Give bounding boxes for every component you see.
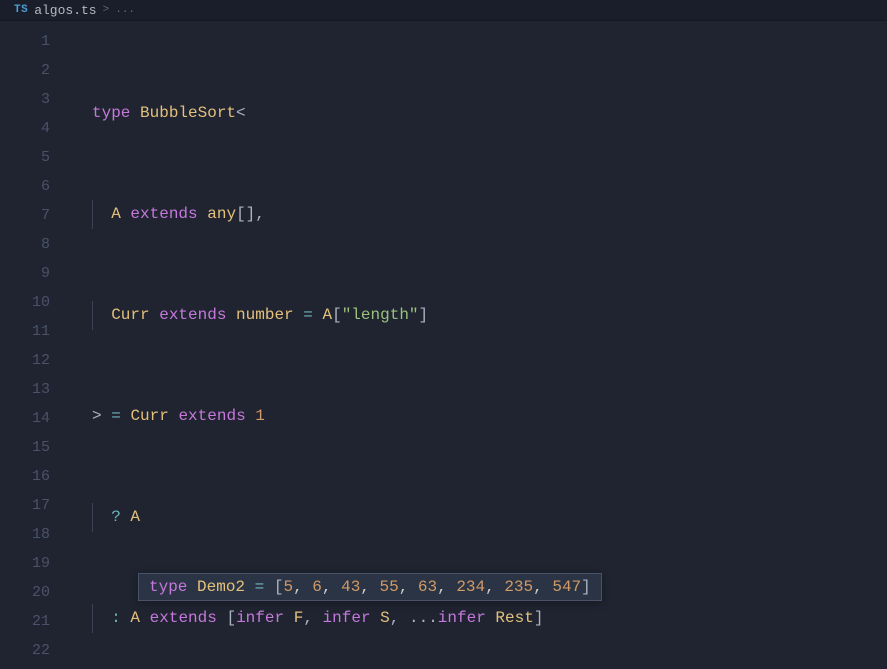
keyword-infer: infer bbox=[438, 609, 486, 627]
code-line[interactable]: ? A bbox=[68, 503, 887, 532]
code-editor[interactable]: 1 2 3 4 5 6 7 8 9 10 11 12 13 14 15 16 1… bbox=[0, 21, 887, 669]
line-number-gutter: 1 2 3 4 5 6 7 8 9 10 11 12 13 14 15 16 1… bbox=[0, 21, 68, 669]
bracket-close: ] bbox=[581, 578, 591, 596]
equals: = bbox=[303, 306, 313, 324]
bracket-close: ] bbox=[419, 306, 429, 324]
equals: = bbox=[111, 407, 121, 425]
type-param: F bbox=[294, 609, 304, 627]
bracket-open: [ bbox=[226, 609, 236, 627]
type-name: BubbleSort bbox=[140, 104, 236, 122]
array-brackets: [] bbox=[236, 205, 255, 223]
keyword-extends: extends bbox=[150, 609, 217, 627]
type-param: Rest bbox=[495, 609, 533, 627]
number-literal: 63 bbox=[418, 578, 437, 596]
bracket-close: ] bbox=[534, 609, 544, 627]
line-number: 22 bbox=[0, 636, 50, 665]
type-ref: A bbox=[322, 306, 332, 324]
string-literal: "length" bbox=[342, 306, 419, 324]
line-number: 20 bbox=[0, 578, 50, 607]
line-number: 17 bbox=[0, 491, 50, 520]
number-literal: 1 bbox=[255, 407, 265, 425]
type-name: Demo2 bbox=[197, 578, 245, 596]
comma: , bbox=[390, 609, 400, 627]
line-number: 5 bbox=[0, 143, 50, 172]
ternary-colon: : bbox=[111, 609, 121, 627]
line-number: 21 bbox=[0, 607, 50, 636]
type-ref: A bbox=[130, 508, 140, 526]
line-number: 15 bbox=[0, 433, 50, 462]
breadcrumb-more[interactable]: ... bbox=[115, 4, 135, 16]
keyword-type: type bbox=[149, 578, 187, 596]
line-number: 1 bbox=[0, 27, 50, 56]
line-number: 8 bbox=[0, 230, 50, 259]
line-number: 10 bbox=[0, 288, 50, 317]
line-number: 6 bbox=[0, 172, 50, 201]
type-param: Curr bbox=[111, 306, 149, 324]
line-number: 14 bbox=[0, 404, 50, 433]
spread: ... bbox=[409, 609, 438, 627]
number-literal: 5 bbox=[283, 578, 293, 596]
tab-filename[interactable]: algos.ts bbox=[34, 3, 96, 18]
keyword-type: type bbox=[92, 104, 130, 122]
angle-bracket-close: > bbox=[92, 407, 102, 425]
line-number: 18 bbox=[0, 520, 50, 549]
comma: , bbox=[255, 205, 265, 223]
keyword-extends: extends bbox=[130, 205, 197, 223]
line-number: 3 bbox=[0, 85, 50, 114]
line-number: 4 bbox=[0, 114, 50, 143]
type-param: S bbox=[380, 609, 390, 627]
type-ref: A bbox=[130, 609, 140, 627]
number-literal: 547 bbox=[552, 578, 581, 596]
code-line[interactable]: A extends any[], bbox=[68, 200, 887, 229]
line-number: 11 bbox=[0, 317, 50, 346]
angle-bracket-open: < bbox=[236, 104, 246, 122]
number-literal: 235 bbox=[504, 578, 533, 596]
type-number: number bbox=[236, 306, 294, 324]
code-line[interactable]: : A extends [infer F, infer S, ...infer … bbox=[68, 604, 887, 633]
equals: = bbox=[255, 578, 265, 596]
line-number: 7 bbox=[0, 201, 50, 230]
keyword-extends: extends bbox=[159, 306, 226, 324]
chevron-right-icon: > bbox=[103, 4, 110, 16]
bracket-open: [ bbox=[332, 306, 342, 324]
code-line[interactable]: type BubbleSort< bbox=[68, 99, 887, 128]
line-number: 13 bbox=[0, 375, 50, 404]
number-literal: 43 bbox=[341, 578, 360, 596]
code-line[interactable]: > = Curr extends 1 bbox=[68, 402, 887, 431]
type-ref: Curr bbox=[130, 407, 168, 425]
type-any: any bbox=[207, 205, 236, 223]
comma: , bbox=[303, 609, 313, 627]
line-number: 9 bbox=[0, 259, 50, 288]
code-area[interactable]: type BubbleSort< A extends any[], Curr e… bbox=[68, 21, 887, 669]
number-literal: 55 bbox=[380, 578, 399, 596]
type-hover-tooltip: type Demo2 = [5, 6, 43, 55, 63, 234, 235… bbox=[138, 573, 602, 601]
keyword-infer: infer bbox=[236, 609, 284, 627]
typescript-file-icon: TS bbox=[14, 4, 28, 16]
line-number: 19 bbox=[0, 549, 50, 578]
number-literal: 6 bbox=[312, 578, 322, 596]
line-number: 12 bbox=[0, 346, 50, 375]
ternary-q: ? bbox=[111, 508, 121, 526]
line-number: 16 bbox=[0, 462, 50, 491]
code-line[interactable]: Curr extends number = A["length"] bbox=[68, 301, 887, 330]
breadcrumb-bar[interactable]: TS algos.ts > ... bbox=[0, 0, 887, 21]
type-param: A bbox=[111, 205, 121, 223]
keyword-extends: extends bbox=[178, 407, 245, 425]
line-number: 2 bbox=[0, 56, 50, 85]
number-literal: 234 bbox=[456, 578, 485, 596]
keyword-infer: infer bbox=[323, 609, 371, 627]
